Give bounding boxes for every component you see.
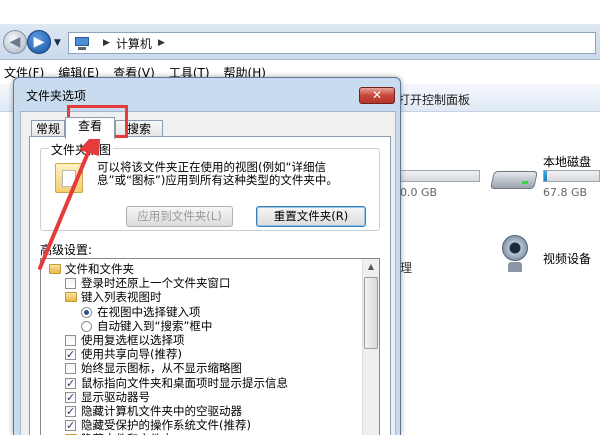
checkbox[interactable] — [65, 363, 76, 375]
checkbox[interactable] — [65, 390, 76, 405]
folder-icon — [49, 264, 61, 274]
advanced-settings-list[interactable]: ▲ 文件和文件夹 登录时还原上一个文件夹窗口 键入列表视图时 在视图中选择键入项 自动键… — [40, 258, 380, 435]
drive-free-space: 0.0 GB — [400, 186, 438, 199]
drive-label[interactable]: 本地磁盘 — [543, 153, 591, 170]
breadcrumb-separator-icon[interactable]: ▶ — [103, 38, 110, 48]
drive-free-space: 67.8 GB — [543, 186, 588, 199]
folder-icon — [65, 292, 77, 303]
forward-button[interactable]: ▶ — [27, 30, 51, 54]
option-label: 使用复选框以选择项 — [81, 333, 185, 347]
forward-arrow-icon: ▶ — [33, 34, 45, 50]
drive-usage-bar — [400, 170, 480, 182]
tab-view[interactable]: 查看 — [65, 117, 115, 139]
option-label: 显示驱动器号 — [81, 389, 150, 404]
scroll-up-arrow-icon[interactable]: ▲ — [363, 259, 379, 275]
folder-views-description: 可以将该文件夹正在使用的视图(例如“详细信息”或“图标”)应用到所有这种类型的文… — [97, 160, 338, 187]
folder-views-group: 文件夹视图 可以将该文件夹正在使用的视图(例如“详细信息”或“图标”)应用到所有… — [40, 141, 380, 231]
option-label: 始终显示图标，从不显示缩略图 — [81, 361, 242, 376]
option-label: 鼠标指向文件夹和桌面项时显示提示信息 — [81, 375, 288, 390]
checkbox[interactable] — [65, 418, 76, 433]
scrollbar[interactable]: ▲ — [362, 259, 379, 435]
checkbox[interactable] — [65, 335, 76, 346]
group-title: 文件夹视图 — [49, 141, 114, 158]
hard-drive-icon[interactable] — [490, 161, 538, 195]
address-bar[interactable]: ▶ 计算机 ▶ — [68, 32, 596, 54]
content-pane: 0.0 GB 本地磁盘 67.8 GB 理 视频设备 — [400, 113, 600, 435]
partial-item-label: 理 — [400, 261, 413, 275]
option-label: 使用共享向导(推荐) — [81, 347, 182, 362]
view-tab-panel: 文件夹视图 可以将该文件夹正在使用的视图(例如“详细信息”或“图标”)应用到所有… — [29, 136, 391, 435]
close-button[interactable]: ✕ — [359, 87, 395, 104]
computer-icon — [73, 36, 91, 50]
close-icon: ✕ — [371, 88, 383, 102]
advanced-settings-label: 高级设置: — [40, 243, 93, 257]
folder-options-dialog: 文件夹选项 ✕ 常规 查看 搜索 文件夹视图 可以将该文件夹正在使用的视图(例如… — [13, 77, 401, 435]
navigation-bar: ◀ ▶ ▼ ▶ 计算机 ▶ — [0, 24, 600, 60]
drive-usage-fill — [544, 171, 548, 181]
drive-usage-bar — [543, 170, 600, 182]
option-label: 隐藏受保护的操作系统文件(推荐) — [81, 418, 251, 433]
checkbox[interactable] — [65, 376, 76, 391]
checkbox[interactable] — [65, 278, 76, 290]
back-button[interactable]: ◀ — [3, 30, 27, 54]
scrollbar-thumb[interactable] — [364, 277, 378, 349]
breadcrumb-separator-icon[interactable]: ▶ — [158, 38, 165, 48]
breadcrumb-computer[interactable]: 计算机 — [116, 35, 152, 52]
folder-view-icon — [55, 163, 83, 193]
radio-button[interactable] — [81, 306, 92, 318]
checkbox[interactable] — [65, 347, 76, 362]
option-label: 登录时还原上一个文件夹窗口 — [81, 276, 231, 291]
recent-pages-dropdown-icon[interactable]: ▼ — [54, 38, 61, 48]
radio-button[interactable] — [81, 320, 92, 332]
option-label: 在视图中选择键入项 — [97, 304, 201, 319]
checkbox[interactable] — [65, 404, 76, 419]
webcam-icon[interactable] — [500, 235, 530, 275]
apply-to-folders-button[interactable]: 应用到文件夹(L) — [126, 206, 233, 227]
back-arrow-icon: ◀ — [9, 34, 21, 50]
video-device-label[interactable]: 视频设备 — [543, 250, 591, 267]
option-label: 键入列表视图时 — [81, 290, 162, 305]
dialog-body: 常规 查看 搜索 文件夹视图 可以将该文件夹正在使用的视图(例如“详细信息”或“… — [20, 111, 396, 435]
option-label: 自动键入到“搜索”框中 — [97, 318, 213, 333]
dialog-title: 文件夹选项 — [26, 89, 87, 103]
option-label: 文件和文件夹 — [65, 262, 134, 276]
reset-folders-button[interactable]: 重置文件夹(R) — [256, 206, 366, 227]
option-label: 隐藏计算机文件夹中的空驱动器 — [81, 404, 242, 418]
open-control-panel-button[interactable]: 打开控制面板 — [398, 91, 470, 108]
